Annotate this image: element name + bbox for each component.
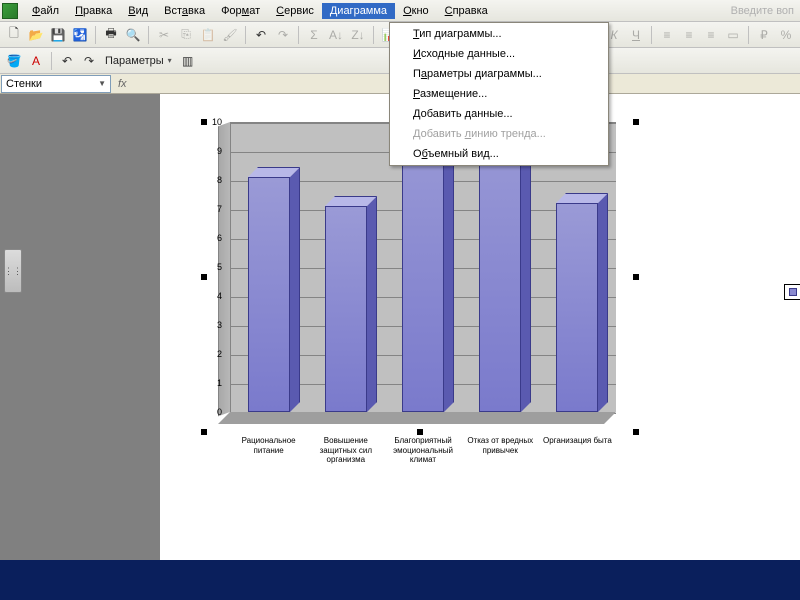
preview-icon[interactable]: 🔍: [123, 25, 143, 45]
menu-item[interactable]: Добавить данные...: [391, 104, 607, 124]
menubar: Файл Правка Вид Вставка Формат Сервис Ди…: [0, 0, 800, 22]
menu-tools[interactable]: Сервис: [268, 3, 322, 19]
menu-edit[interactable]: Правка: [67, 3, 120, 19]
menu-file[interactable]: Файл: [24, 3, 67, 19]
y-tick-label: 5: [202, 262, 222, 272]
paste-icon[interactable]: 📋: [198, 25, 218, 45]
permission-icon[interactable]: 🛂: [70, 25, 90, 45]
fill-color-icon[interactable]: 🪣: [4, 51, 24, 71]
menu-item[interactable]: Объемный вид...: [391, 144, 607, 164]
help-search-hint[interactable]: Введите воп: [731, 5, 798, 17]
selection-handle[interactable]: [201, 429, 207, 435]
y-tick-label: 7: [202, 204, 222, 214]
menu-chart[interactable]: Диаграмма: [322, 3, 395, 19]
currency-icon[interactable]: ₽: [754, 25, 774, 45]
sort-asc-icon[interactable]: A↓: [326, 25, 346, 45]
task-pane-handle[interactable]: ⋮⋮: [4, 249, 22, 293]
x-tick-label: Организация быта: [539, 436, 616, 465]
legend[interactable]: Оценка: [784, 284, 800, 300]
cut-icon[interactable]: ✂: [154, 25, 174, 45]
menu-insert[interactable]: Вставка: [156, 3, 213, 19]
separator: [748, 26, 749, 44]
redo2-icon[interactable]: ↷: [79, 51, 99, 71]
separator: [298, 26, 299, 44]
selection-handle[interactable]: [201, 274, 207, 280]
app-icon: [2, 3, 18, 19]
name-box[interactable]: Стенки ▼: [1, 75, 111, 93]
new-icon[interactable]: 🗋: [4, 25, 24, 45]
y-tick-label: 10: [202, 117, 222, 127]
separator: [95, 26, 96, 44]
separator: [148, 26, 149, 44]
sort-desc-icon[interactable]: Z↓: [348, 25, 368, 45]
chart-menu-dropdown: Тип диаграммы...Исходные данные...Параме…: [389, 22, 609, 166]
y-tick-label: 0: [202, 407, 222, 417]
y-tick-label: 1: [202, 378, 222, 388]
selection-handle[interactable]: [633, 429, 639, 435]
selection-handle[interactable]: [633, 274, 639, 280]
y-tick-label: 2: [202, 349, 222, 359]
selection-handle[interactable]: [417, 429, 423, 435]
percent-icon[interactable]: %: [776, 25, 796, 45]
y-tick-label: 3: [202, 320, 222, 330]
merge-icon[interactable]: ▭: [723, 25, 743, 45]
plot-area[interactable]: 012345678910: [204, 122, 636, 432]
save-icon[interactable]: 💾: [48, 25, 68, 45]
selection-handle[interactable]: [633, 119, 639, 125]
align-center-icon[interactable]: ≡: [679, 25, 699, 45]
align-left-icon[interactable]: ≡: [657, 25, 677, 45]
separator: [245, 26, 246, 44]
object-browser-icon[interactable]: ▥: [178, 51, 198, 71]
y-tick-label: 6: [202, 233, 222, 243]
open-icon[interactable]: 📂: [26, 25, 46, 45]
name-box-value: Стенки: [6, 78, 42, 90]
params-dropdown[interactable]: Параметры: [101, 55, 176, 67]
menu-help[interactable]: Справка: [437, 3, 496, 19]
x-axis-labels: Рациональное питаниеВовышение защитных с…: [230, 436, 616, 465]
format-painter-icon[interactable]: 🖌: [220, 25, 240, 45]
align-right-icon[interactable]: ≡: [701, 25, 721, 45]
autosum-icon[interactable]: Σ: [304, 25, 324, 45]
font-color-icon[interactable]: A: [26, 51, 46, 71]
print-icon[interactable]: 🖶: [101, 25, 121, 45]
y-tick-label: 9: [202, 146, 222, 156]
x-tick-label: Вовышение защитных сил организма: [307, 436, 384, 465]
x-tick-label: Отказ от вредных привычек: [462, 436, 539, 465]
redo-icon[interactable]: ↷: [273, 25, 293, 45]
outline-gutter: ⋮⋮: [0, 94, 160, 560]
y-tick-label: 8: [202, 175, 222, 185]
undo2-icon[interactable]: ↶: [57, 51, 77, 71]
legend-swatch: [789, 288, 797, 296]
fx-icon[interactable]: fx: [112, 78, 133, 90]
menu-format[interactable]: Формат: [213, 3, 268, 19]
menu-item[interactable]: Исходные данные...: [391, 44, 607, 64]
x-tick-label: Благоприятный эмоциональный климат: [384, 436, 461, 465]
chevron-down-icon: ▼: [98, 79, 106, 88]
menu-window[interactable]: Окно: [395, 3, 437, 19]
separator: [651, 26, 652, 44]
separator: [51, 52, 52, 70]
underline-icon[interactable]: Ч: [626, 25, 646, 45]
menu-view[interactable]: Вид: [120, 3, 156, 19]
separator: [373, 26, 374, 44]
copy-icon[interactable]: ⎘: [176, 25, 196, 45]
chart-floor: [218, 412, 616, 424]
menu-item[interactable]: Тип диаграммы...: [391, 24, 607, 44]
menu-item[interactable]: Размещение...: [391, 84, 607, 104]
undo-icon[interactable]: ↶: [251, 25, 271, 45]
menu-item: Добавить линию тренда...: [391, 124, 607, 144]
x-tick-label: Рациональное питание: [230, 436, 307, 465]
y-tick-label: 4: [202, 291, 222, 301]
menu-item[interactable]: Параметры диаграммы...: [391, 64, 607, 84]
